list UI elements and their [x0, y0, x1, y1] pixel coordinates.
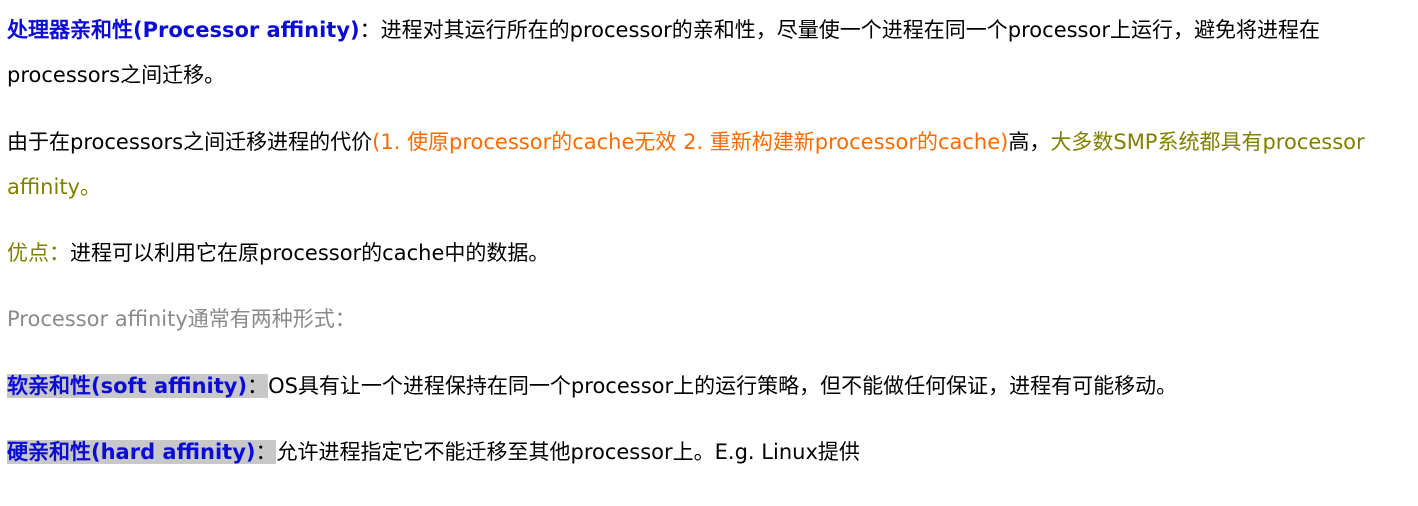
cost-high-text: 高， [1008, 130, 1051, 154]
hard-affinity-text: 允许进程指定它不能迁移至其他processor上。E.g. Linux提供 [276, 440, 860, 464]
term-soft-affinity: 软亲和性(soft affinity) [7, 374, 248, 398]
hard-affinity-highlight: 硬亲和性(hard affinity)： [7, 440, 277, 464]
soft-affinity-text: OS具有让一个进程保持在同一个processor上的运行策略，但不能做任何保证，… [268, 374, 1178, 398]
paragraph-two-forms: Processor affinity通常有两种形式： [7, 307, 356, 331]
soft-affinity-highlight: 软亲和性(soft affinity)： [7, 374, 269, 398]
paragraph-advantage: 优点：进程可以利用它在原processor的cache中的数据。 [7, 231, 1407, 276]
paragraph-soft-affinity: 软亲和性(soft affinity)：OS具有让一个进程保持在同一个proce… [7, 364, 1407, 409]
term-processor-affinity: 处理器亲和性(Processor affinity) [7, 18, 360, 42]
advantage-text: 进程可以利用它在原processor的cache中的数据。 [70, 241, 550, 265]
colon: ： [359, 18, 381, 42]
paragraph-migration-cost: 由于在processors之间迁移进程的代价(1. 使原processor的ca… [7, 120, 1407, 210]
colon: ： [255, 440, 277, 464]
colon: ： [247, 374, 269, 398]
term-hard-affinity: 硬亲和性(hard affinity) [7, 440, 256, 464]
advantage-label: 优点： [7, 241, 70, 265]
cost-detail: (1. 使原processor的cache无效 2. 重新构建新processo… [372, 130, 1009, 154]
document-body: 处理器亲和性(Processor affinity)：进程对其运行所在的proc… [0, 0, 1418, 506]
cost-intro-text: 由于在processors之间迁移进程的代价 [7, 130, 373, 154]
paragraph-processor-affinity: 处理器亲和性(Processor affinity)：进程对其运行所在的proc… [7, 8, 1407, 98]
paragraph-hard-affinity: 硬亲和性(hard affinity)：允许进程指定它不能迁移至其他proces… [7, 430, 1407, 475]
